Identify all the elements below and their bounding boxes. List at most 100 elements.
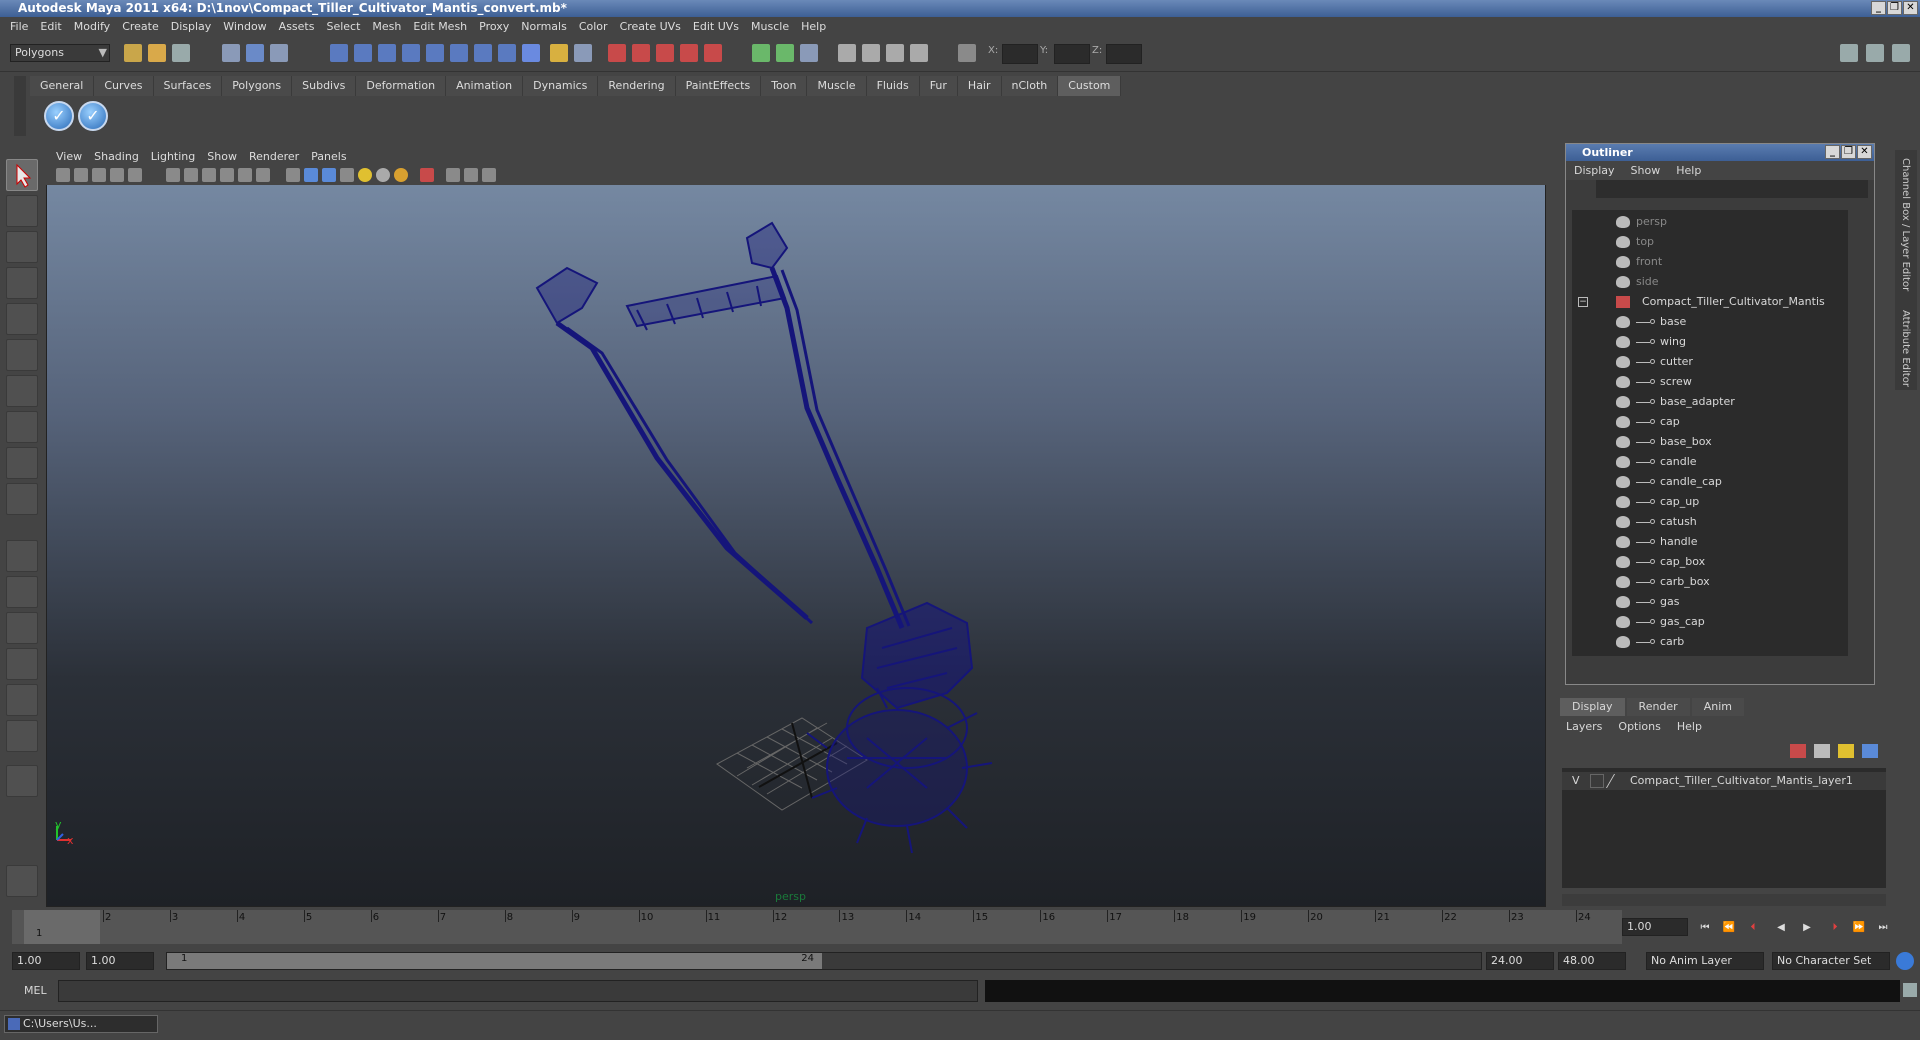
- tab-painteffects[interactable]: PaintEffects: [675, 76, 762, 96]
- menu-create[interactable]: Create: [118, 20, 167, 33]
- play-backwards-icon[interactable]: ◀: [1774, 922, 1788, 934]
- xray-icon[interactable]: [446, 168, 460, 182]
- mel-label[interactable]: MEL: [24, 984, 47, 997]
- show-manipulator-icon[interactable]: [6, 447, 38, 479]
- rotate-tool-icon[interactable]: [6, 303, 38, 335]
- safe-title-icon[interactable]: [256, 168, 270, 182]
- outliner-vertical-scrollbar[interactable]: [1848, 210, 1860, 656]
- menu-display[interactable]: Display: [167, 20, 220, 33]
- snap-point-icon[interactable]: [656, 44, 674, 62]
- outliner-item-catush[interactable]: catush: [1572, 512, 1860, 532]
- outliner-menu-help[interactable]: Help: [1676, 164, 1717, 177]
- outliner-filter-input[interactable]: [1596, 180, 1868, 198]
- layer-menu-help[interactable]: Help: [1677, 720, 1718, 733]
- pick-handles-icon[interactable]: [354, 44, 372, 62]
- gate-mask-icon[interactable]: [202, 168, 216, 182]
- hypershade-layout-icon[interactable]: [6, 684, 38, 716]
- layer-row[interactable]: V Compact_Tiller_Cultivator_Mantis_layer…: [1562, 772, 1886, 790]
- layer-type-toggle[interactable]: [1590, 774, 1604, 788]
- safe-action-icon[interactable]: [238, 168, 252, 182]
- high-quality-icon[interactable]: [482, 168, 496, 182]
- step-back-frame-icon[interactable]: ⏪: [1722, 922, 1736, 934]
- wireframe-mode-icon[interactable]: [286, 168, 300, 182]
- shelf-menu-handle[interactable]: [14, 76, 26, 136]
- outliner-item-cap-up[interactable]: cap_up: [1572, 492, 1860, 512]
- go-to-end-icon[interactable]: ⏭: [1876, 922, 1890, 934]
- pick-rendering-icon[interactable]: [474, 44, 492, 62]
- outliner-item-cap-box[interactable]: cap_box: [1572, 552, 1860, 572]
- outliner-horizontal-scrollbar[interactable]: [1572, 664, 1860, 676]
- xray-joints-icon[interactable]: [464, 168, 478, 182]
- pick-curves-icon[interactable]: [378, 44, 396, 62]
- menu-file[interactable]: File: [6, 20, 36, 33]
- outliner-item-gas-cap[interactable]: gas_cap: [1572, 612, 1860, 632]
- tab-custom[interactable]: Custom: [1058, 76, 1122, 96]
- tab-polygons[interactable]: Polygons: [222, 76, 293, 96]
- time-slider[interactable]: 123456789101112131415161718192021222324 …: [12, 910, 1622, 944]
- range-slider[interactable]: 1 24: [166, 952, 1482, 970]
- select-camera-icon[interactable]: [56, 168, 70, 182]
- single-perspective-layout-icon[interactable]: [6, 540, 38, 572]
- playback-start-field[interactable]: 1.00: [86, 952, 154, 970]
- tab-animation[interactable]: Animation: [446, 76, 524, 96]
- tab-ncloth[interactable]: nCloth: [1001, 76, 1059, 96]
- command-input[interactable]: [58, 980, 978, 1002]
- layer-name[interactable]: Compact_Tiller_Cultivator_Mantis_layer1: [1630, 772, 1853, 790]
- shelf-check-icon-1[interactable]: ✓: [44, 101, 74, 131]
- outliner-item-cap[interactable]: cap: [1572, 412, 1860, 432]
- last-tool-icon[interactable]: [6, 483, 38, 515]
- tab-muscle[interactable]: Muscle: [807, 76, 867, 96]
- outliner-item-persp[interactable]: persp: [1572, 212, 1860, 232]
- menu-window[interactable]: Window: [219, 20, 274, 33]
- outliner-item-top[interactable]: top: [1572, 232, 1860, 252]
- film-gate-icon[interactable]: [166, 168, 180, 182]
- snap-curve-icon[interactable]: [632, 44, 650, 62]
- layer-menu-options[interactable]: Options: [1618, 720, 1676, 733]
- scale-tool-icon[interactable]: [6, 339, 38, 371]
- new-scene-icon[interactable]: [124, 44, 142, 62]
- layout-menu-icon[interactable]: [6, 765, 38, 797]
- bookmark-icon[interactable]: [92, 168, 106, 182]
- outliner-minimize-button[interactable]: _: [1825, 145, 1840, 159]
- outliner-item-candle[interactable]: candle: [1572, 452, 1860, 472]
- menu-normals[interactable]: Normals: [517, 20, 575, 33]
- tab-subdivs[interactable]: Subdivs: [292, 76, 357, 96]
- isolate-select-icon[interactable]: [420, 168, 434, 182]
- tab-surfaces[interactable]: Surfaces: [153, 76, 223, 96]
- pick-dynamics-icon[interactable]: [450, 44, 468, 62]
- outliner-item-gas[interactable]: gas: [1572, 592, 1860, 612]
- toggle-tool-settings-icon[interactable]: [1866, 44, 1884, 62]
- soft-modification-icon[interactable]: [6, 411, 38, 443]
- character-set-dropdown[interactable]: No Character Set: [1772, 952, 1890, 970]
- render-current-frame-icon[interactable]: [862, 44, 880, 62]
- pick-mask-icon[interactable]: [330, 44, 348, 62]
- minimize-button[interactable]: _: [1871, 1, 1886, 15]
- ipr-render-icon[interactable]: [886, 44, 904, 62]
- save-scene-icon[interactable]: [172, 44, 190, 62]
- move-tool-icon[interactable]: [6, 267, 38, 299]
- shadows-icon[interactable]: [394, 168, 408, 182]
- outliner-menu-show[interactable]: Show: [1631, 164, 1677, 177]
- wireframe-on-shaded-icon[interactable]: [322, 168, 336, 182]
- pick-surfaces-icon[interactable]: [402, 44, 420, 62]
- move-layer-down-icon[interactable]: [1814, 744, 1830, 758]
- field-chart-icon[interactable]: [220, 168, 234, 182]
- universal-manipulator-icon[interactable]: [6, 375, 38, 407]
- layer-menu-layers[interactable]: Layers: [1566, 720, 1618, 733]
- tab-fluids[interactable]: Fluids: [866, 76, 920, 96]
- outliner-item-group[interactable]: − Compact_Tiller_Cultivator_Mantis: [1572, 292, 1860, 312]
- auto-key-icon[interactable]: [1896, 952, 1914, 970]
- vp-menu-renderer[interactable]: Renderer: [245, 150, 307, 163]
- default-lighting-icon[interactable]: [358, 168, 372, 182]
- menu-muscle[interactable]: Muscle: [747, 20, 797, 33]
- menu-color[interactable]: Color: [575, 20, 616, 33]
- outliner-item-side[interactable]: side: [1572, 272, 1860, 292]
- x-field[interactable]: [1002, 44, 1038, 64]
- all-lights-icon[interactable]: [376, 168, 390, 182]
- outliner-close-button[interactable]: ✕: [1857, 145, 1872, 159]
- outliner-item-front[interactable]: front: [1572, 252, 1860, 272]
- step-forward-frame-icon[interactable]: ⏩: [1852, 922, 1866, 934]
- tab-fur[interactable]: Fur: [919, 76, 958, 96]
- select-tool-arrow-icon[interactable]: [6, 159, 38, 191]
- vp-menu-view[interactable]: View: [52, 150, 90, 163]
